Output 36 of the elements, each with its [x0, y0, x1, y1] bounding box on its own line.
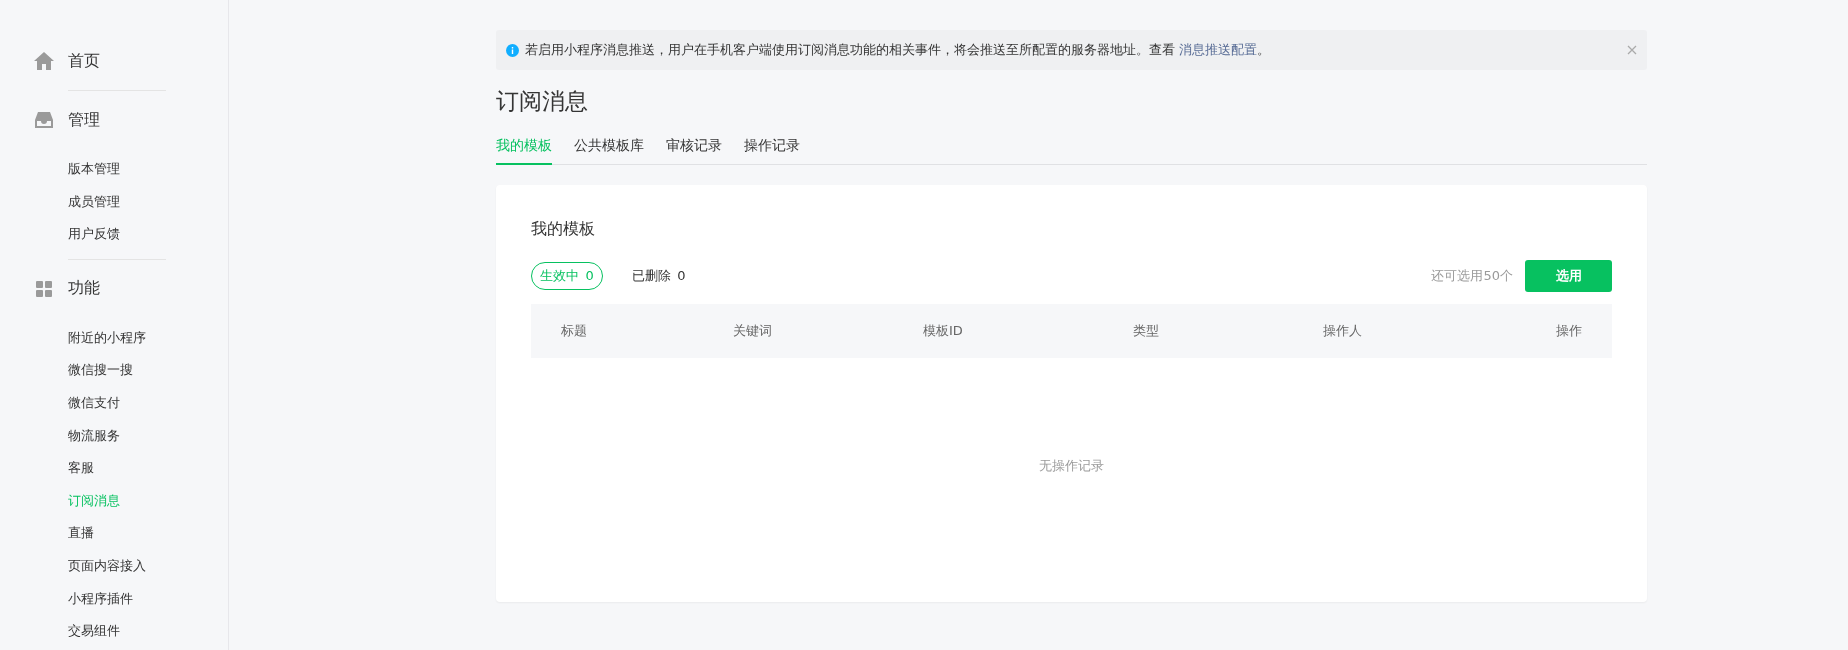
sidebar-item[interactable]: 成员管理 [68, 185, 228, 219]
grid-icon [36, 280, 52, 297]
push-config-link[interactable]: 消息推送配置 [1179, 41, 1257, 57]
sidebar-item[interactable]: 物流服务 [68, 419, 228, 453]
sidebar-item[interactable]: 版本管理 [68, 153, 228, 186]
sidebar-item[interactable]: 交易组件 [68, 615, 228, 648]
status-filter[interactable]: 已删除 0 [622, 262, 695, 290]
sidebar-item[interactable]: 页面内容接入 [68, 549, 228, 583]
column-header: 操作人 [1322, 322, 1363, 340]
column-header: 类型 [1132, 322, 1160, 340]
card-title: 我的模板 [531, 219, 596, 240]
sidebar-section-title[interactable]: 功能 [68, 278, 100, 300]
tab[interactable]: 审核记录 [666, 131, 722, 165]
sidebar-section-title[interactable]: 管理 [68, 109, 100, 131]
sidebar-item[interactable]: 微信支付 [68, 386, 228, 420]
sidebar-item[interactable]: 微信搜一搜 [68, 354, 228, 387]
column-header: 关键词 [732, 322, 773, 340]
empty-message: 无操作记录 [1038, 458, 1105, 475]
sidebar-section-title[interactable]: 首页 [68, 50, 100, 72]
sidebar-item[interactable]: 附近的小程序 [68, 321, 228, 355]
column-header: 操作 [1555, 322, 1582, 340]
column-header: 标题 [561, 322, 588, 340]
info-icon [506, 43, 519, 57]
sidebar-item[interactable]: 直播 [68, 517, 228, 550]
home-icon [34, 52, 54, 70]
sidebar-item[interactable]: 客服 [68, 452, 228, 485]
tab[interactable]: 操作记录 [744, 131, 800, 165]
column-header: 模板ID [922, 322, 964, 340]
notice-text: 若启用小程序消息推送，用户在手机客户端使用订阅消息功能的相关事件，将会推送至所配置的服务器地址。查看 消息推送配置。 [525, 41, 1271, 59]
quota-text: 还可选用50个 [1431, 267, 1513, 285]
page-title: 订阅消息 [496, 87, 589, 116]
tab[interactable]: 公共模板库 [574, 131, 644, 165]
inbox-icon [35, 112, 53, 128]
sidebar-item[interactable]: 用户反馈 [68, 218, 228, 251]
sidebar-item[interactable]: 小程序插件 [68, 582, 228, 616]
close-icon[interactable] [1627, 45, 1637, 55]
